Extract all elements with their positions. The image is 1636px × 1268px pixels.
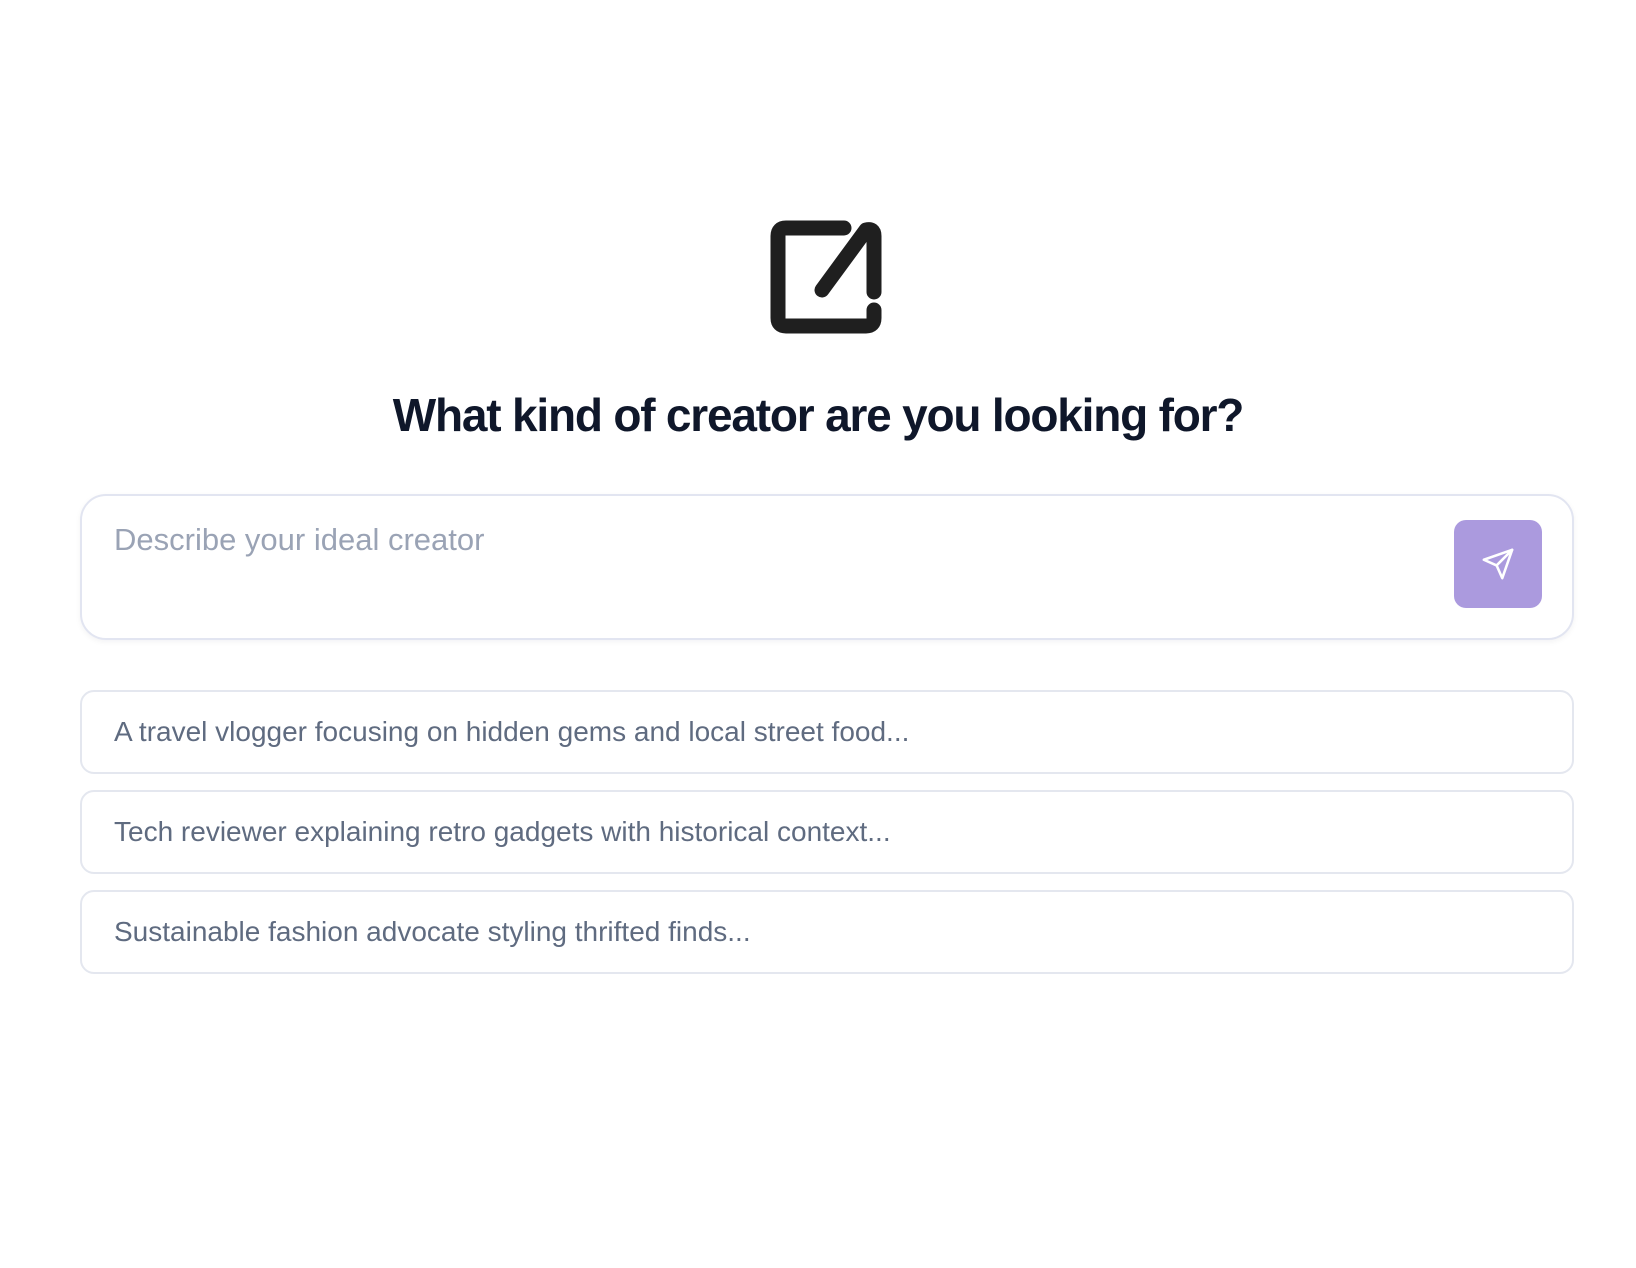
suggestion-text: Sustainable fashion advocate styling thr… xyxy=(114,916,751,947)
send-button[interactable] xyxy=(1454,520,1542,608)
creator-description-input[interactable] xyxy=(114,518,1454,618)
suggestion-text: A travel vlogger focusing on hidden gems… xyxy=(114,716,910,747)
logo xyxy=(770,220,882,334)
suggestion-item[interactable]: Tech reviewer explaining retro gadgets w… xyxy=(80,790,1574,874)
page-title: What kind of creator are you looking for… xyxy=(392,389,1245,441)
suggestion-item[interactable]: A travel vlogger focusing on hidden gems… xyxy=(80,690,1574,774)
suggestion-text: Tech reviewer explaining retro gadgets w… xyxy=(114,816,891,847)
send-icon xyxy=(1482,548,1514,580)
suggestion-item[interactable]: Sustainable fashion advocate styling thr… xyxy=(80,890,1574,974)
edit-square-icon xyxy=(770,220,882,334)
creator-search-box xyxy=(80,494,1574,640)
suggestion-list: A travel vlogger focusing on hidden gems… xyxy=(80,690,1574,990)
